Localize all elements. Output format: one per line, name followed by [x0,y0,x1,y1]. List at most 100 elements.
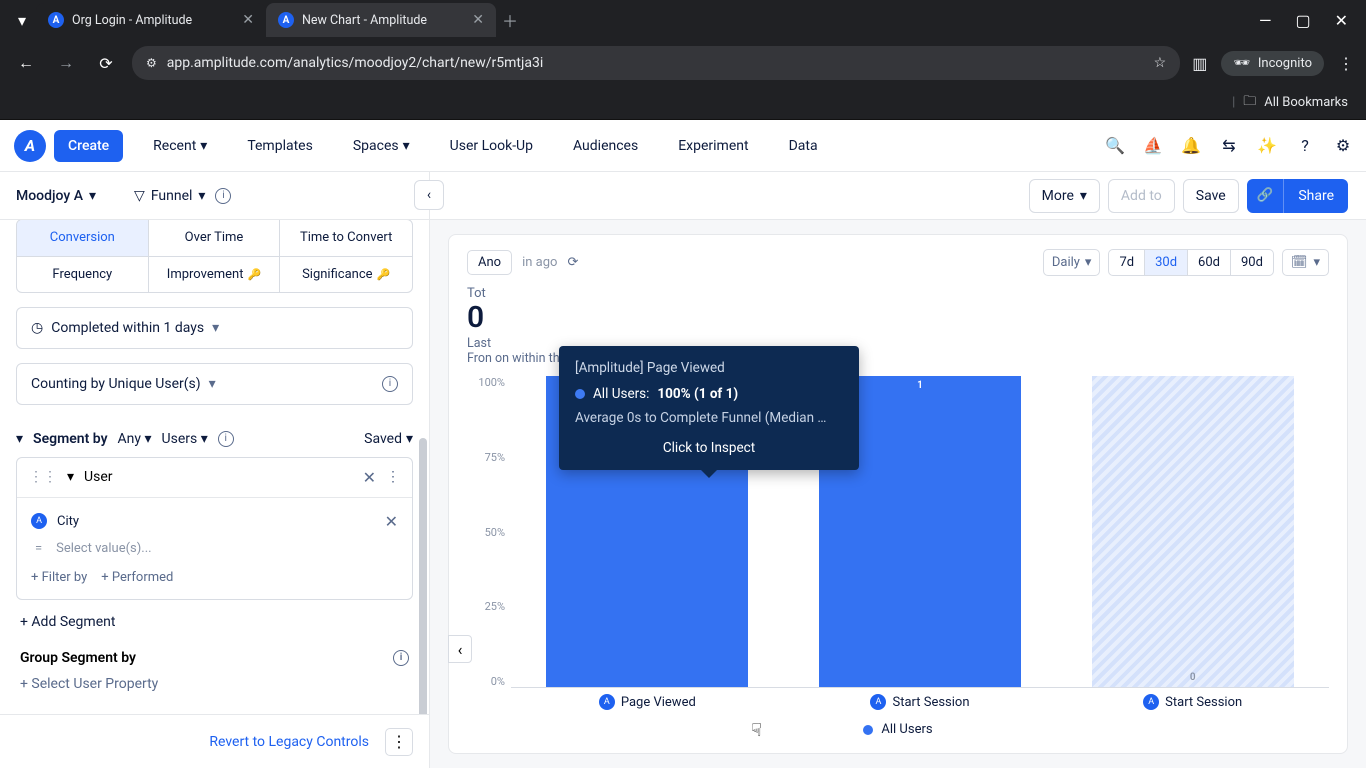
search-icon[interactable]: 🔍 [1106,137,1124,155]
funnel-bar[interactable]: 0 [1092,376,1294,687]
site-info-icon[interactable]: ⚙ [146,56,157,70]
nav-user-lookup[interactable]: User Look-Up [440,130,543,162]
app-header: A Create Recent ▾ Templates Spaces ▾ Use… [0,120,1366,172]
info-icon[interactable]: i [382,376,398,392]
segment-property-row[interactable]: A City ✕ [31,508,398,535]
chart-type-selector[interactable]: ▽ Funnel ▾ [134,188,205,204]
date-picker-button[interactable]: 🗓▾ [1282,249,1329,276]
nav-templates[interactable]: Templates [237,130,323,162]
more-button[interactable]: More ▾ [1029,179,1100,213]
select-user-property-button[interactable]: + Select User Property [16,666,413,702]
forward-button[interactable]: → [52,49,80,77]
info-icon[interactable]: i [218,431,234,447]
browser-toolbar: ← → ⟳ ⚙ app.amplitude.com/analytics/mood… [0,40,1366,86]
info-icon[interactable]: i [215,188,231,204]
bell-icon[interactable]: 🔔 [1182,137,1200,155]
star-icon[interactable]: ☆ [1154,55,1167,71]
reload-button[interactable]: ⟳ [92,49,120,77]
all-bookmarks-link[interactable]: All Bookmarks [1264,95,1348,110]
revert-link[interactable]: Revert to Legacy Controls [209,734,369,750]
tabs-dropdown[interactable]: ▾ [8,6,36,34]
tooltip-value: 100% (1 of 1) [657,386,738,402]
add-filter-button[interactable]: + Filter by [31,570,87,585]
collapse-sidebar-button[interactable]: ‹ [414,180,444,210]
chart-plot[interactable]: 100% 75% 50% 25% 0% 1 [467,376,1329,716]
window-maximize[interactable]: ▢ [1295,11,1310,30]
close-icon[interactable]: ✕ [472,12,484,28]
add-segment-button[interactable]: + Add Segment [16,600,413,644]
range-7d[interactable]: 7d [1109,250,1145,275]
incognito-badge[interactable]: 🕶 Incognito [1221,51,1324,76]
segment-users-selector[interactable]: Users ▾ [162,431,208,447]
nav-spaces[interactable]: Spaces ▾ [343,130,420,162]
add-to-button[interactable]: Add to [1108,179,1175,213]
tab-significance[interactable]: Significance🔑 [280,257,412,292]
window-close[interactable]: ✕ [1335,11,1348,30]
info-icon[interactable]: i [393,650,409,666]
remove-segment-button[interactable]: ✕ [363,468,376,487]
chart-legend[interactable]: All Users [467,716,1329,743]
nav-recent[interactable]: Recent ▾ [143,130,217,162]
tab-frequency[interactable]: Frequency [17,257,149,292]
tooltip-inspect[interactable]: Click to Inspect [575,440,843,456]
help-icon[interactable]: ? [1296,137,1314,155]
copy-link-button[interactable]: 🔗 [1247,179,1285,213]
feed-icon[interactable]: ⛵ [1144,137,1162,155]
new-tab-button[interactable]: ＋ [496,6,524,34]
tab-improvement[interactable]: Improvement🔑 [149,257,281,292]
footer-menu-button[interactable]: ⋮ [385,728,413,756]
remove-property-button[interactable]: ✕ [385,512,398,531]
nav-experiment[interactable]: Experiment [668,130,758,162]
x-label[interactable]: AStart Session [1056,688,1329,716]
chevron-down-icon: ▾ [212,320,219,336]
panel-icon[interactable]: ▥ [1192,54,1207,73]
segment-any-selector[interactable]: Any ▾ [118,431,152,447]
completed-within-selector[interactable]: ◷ Completed within 1 days ▾ [16,307,413,349]
browser-titlebar: ▾ A Org Login - Amplitude ✕ A New Chart … [0,0,1366,40]
chart-tooltip: [Amplitude] Page Viewed All Users: 100% … [559,346,859,470]
amplitude-logo[interactable]: A [14,130,46,162]
drag-handle-icon[interactable]: ⋮⋮ [29,469,57,485]
anchor-dropdown[interactable]: Ano [467,250,512,275]
counting-by-selector[interactable]: Counting by Unique User(s) ▾ i [16,363,413,405]
pathfinder-icon[interactable]: ⇆ [1220,137,1238,155]
value-input[interactable]: Select value(s)... [56,541,151,556]
magic-icon[interactable]: ✨ [1258,137,1276,155]
range-30d[interactable]: 30d [1145,250,1188,275]
chevron-down-icon[interactable]: ▾ [16,431,23,447]
operator[interactable]: = [35,541,42,556]
saved-segments-selector[interactable]: Saved ▾ [364,431,413,447]
scrollbar-thumb[interactable] [419,438,427,714]
tab-title: New Chart - Amplitude [302,13,427,28]
x-label[interactable]: AStart Session [784,688,1057,716]
create-button[interactable]: Create [54,130,123,162]
scrollbar[interactable] [417,278,429,644]
granularity-selector[interactable]: Daily ▾ [1043,249,1101,276]
tab-over-time[interactable]: Over Time [149,220,281,257]
refresh-icon[interactable]: ⟳ [567,255,578,270]
browser-tab[interactable]: A Org Login - Amplitude ✕ [36,3,266,37]
gear-icon[interactable]: ⚙ [1334,137,1352,155]
save-button[interactable]: Save [1183,179,1239,213]
y-tick: 50% [467,526,505,539]
close-icon[interactable]: ✕ [242,12,254,28]
tab-time-to-convert[interactable]: Time to Convert [280,220,412,257]
refreshed-label: in ago [522,255,557,270]
browser-tab[interactable]: A New Chart - Amplitude ✕ [266,3,496,37]
address-bar[interactable]: ⚙ app.amplitude.com/analytics/moodjoy2/c… [132,46,1180,80]
x-label[interactable]: APage Viewed [511,688,784,716]
browser-menu-icon[interactable]: ⋮ [1338,54,1354,73]
nav-audiences[interactable]: Audiences [563,130,648,162]
range-60d[interactable]: 60d [1188,250,1231,275]
segment-menu-icon[interactable]: ⋮ [386,469,400,485]
date-range-group: 7d 30d 60d 90d [1108,249,1274,276]
chevron-down-icon[interactable]: ▾ [67,469,74,485]
range-90d[interactable]: 90d [1231,250,1273,275]
share-button[interactable]: Share [1284,179,1348,213]
nav-data[interactable]: Data [779,130,828,162]
back-button[interactable]: ← [12,49,40,77]
tab-conversion[interactable]: Conversion [17,220,149,257]
project-selector[interactable]: Moodjoy A ▾ [16,188,96,204]
add-performed-button[interactable]: + Performed [101,570,173,585]
window-minimize[interactable]: ― [1259,11,1272,30]
